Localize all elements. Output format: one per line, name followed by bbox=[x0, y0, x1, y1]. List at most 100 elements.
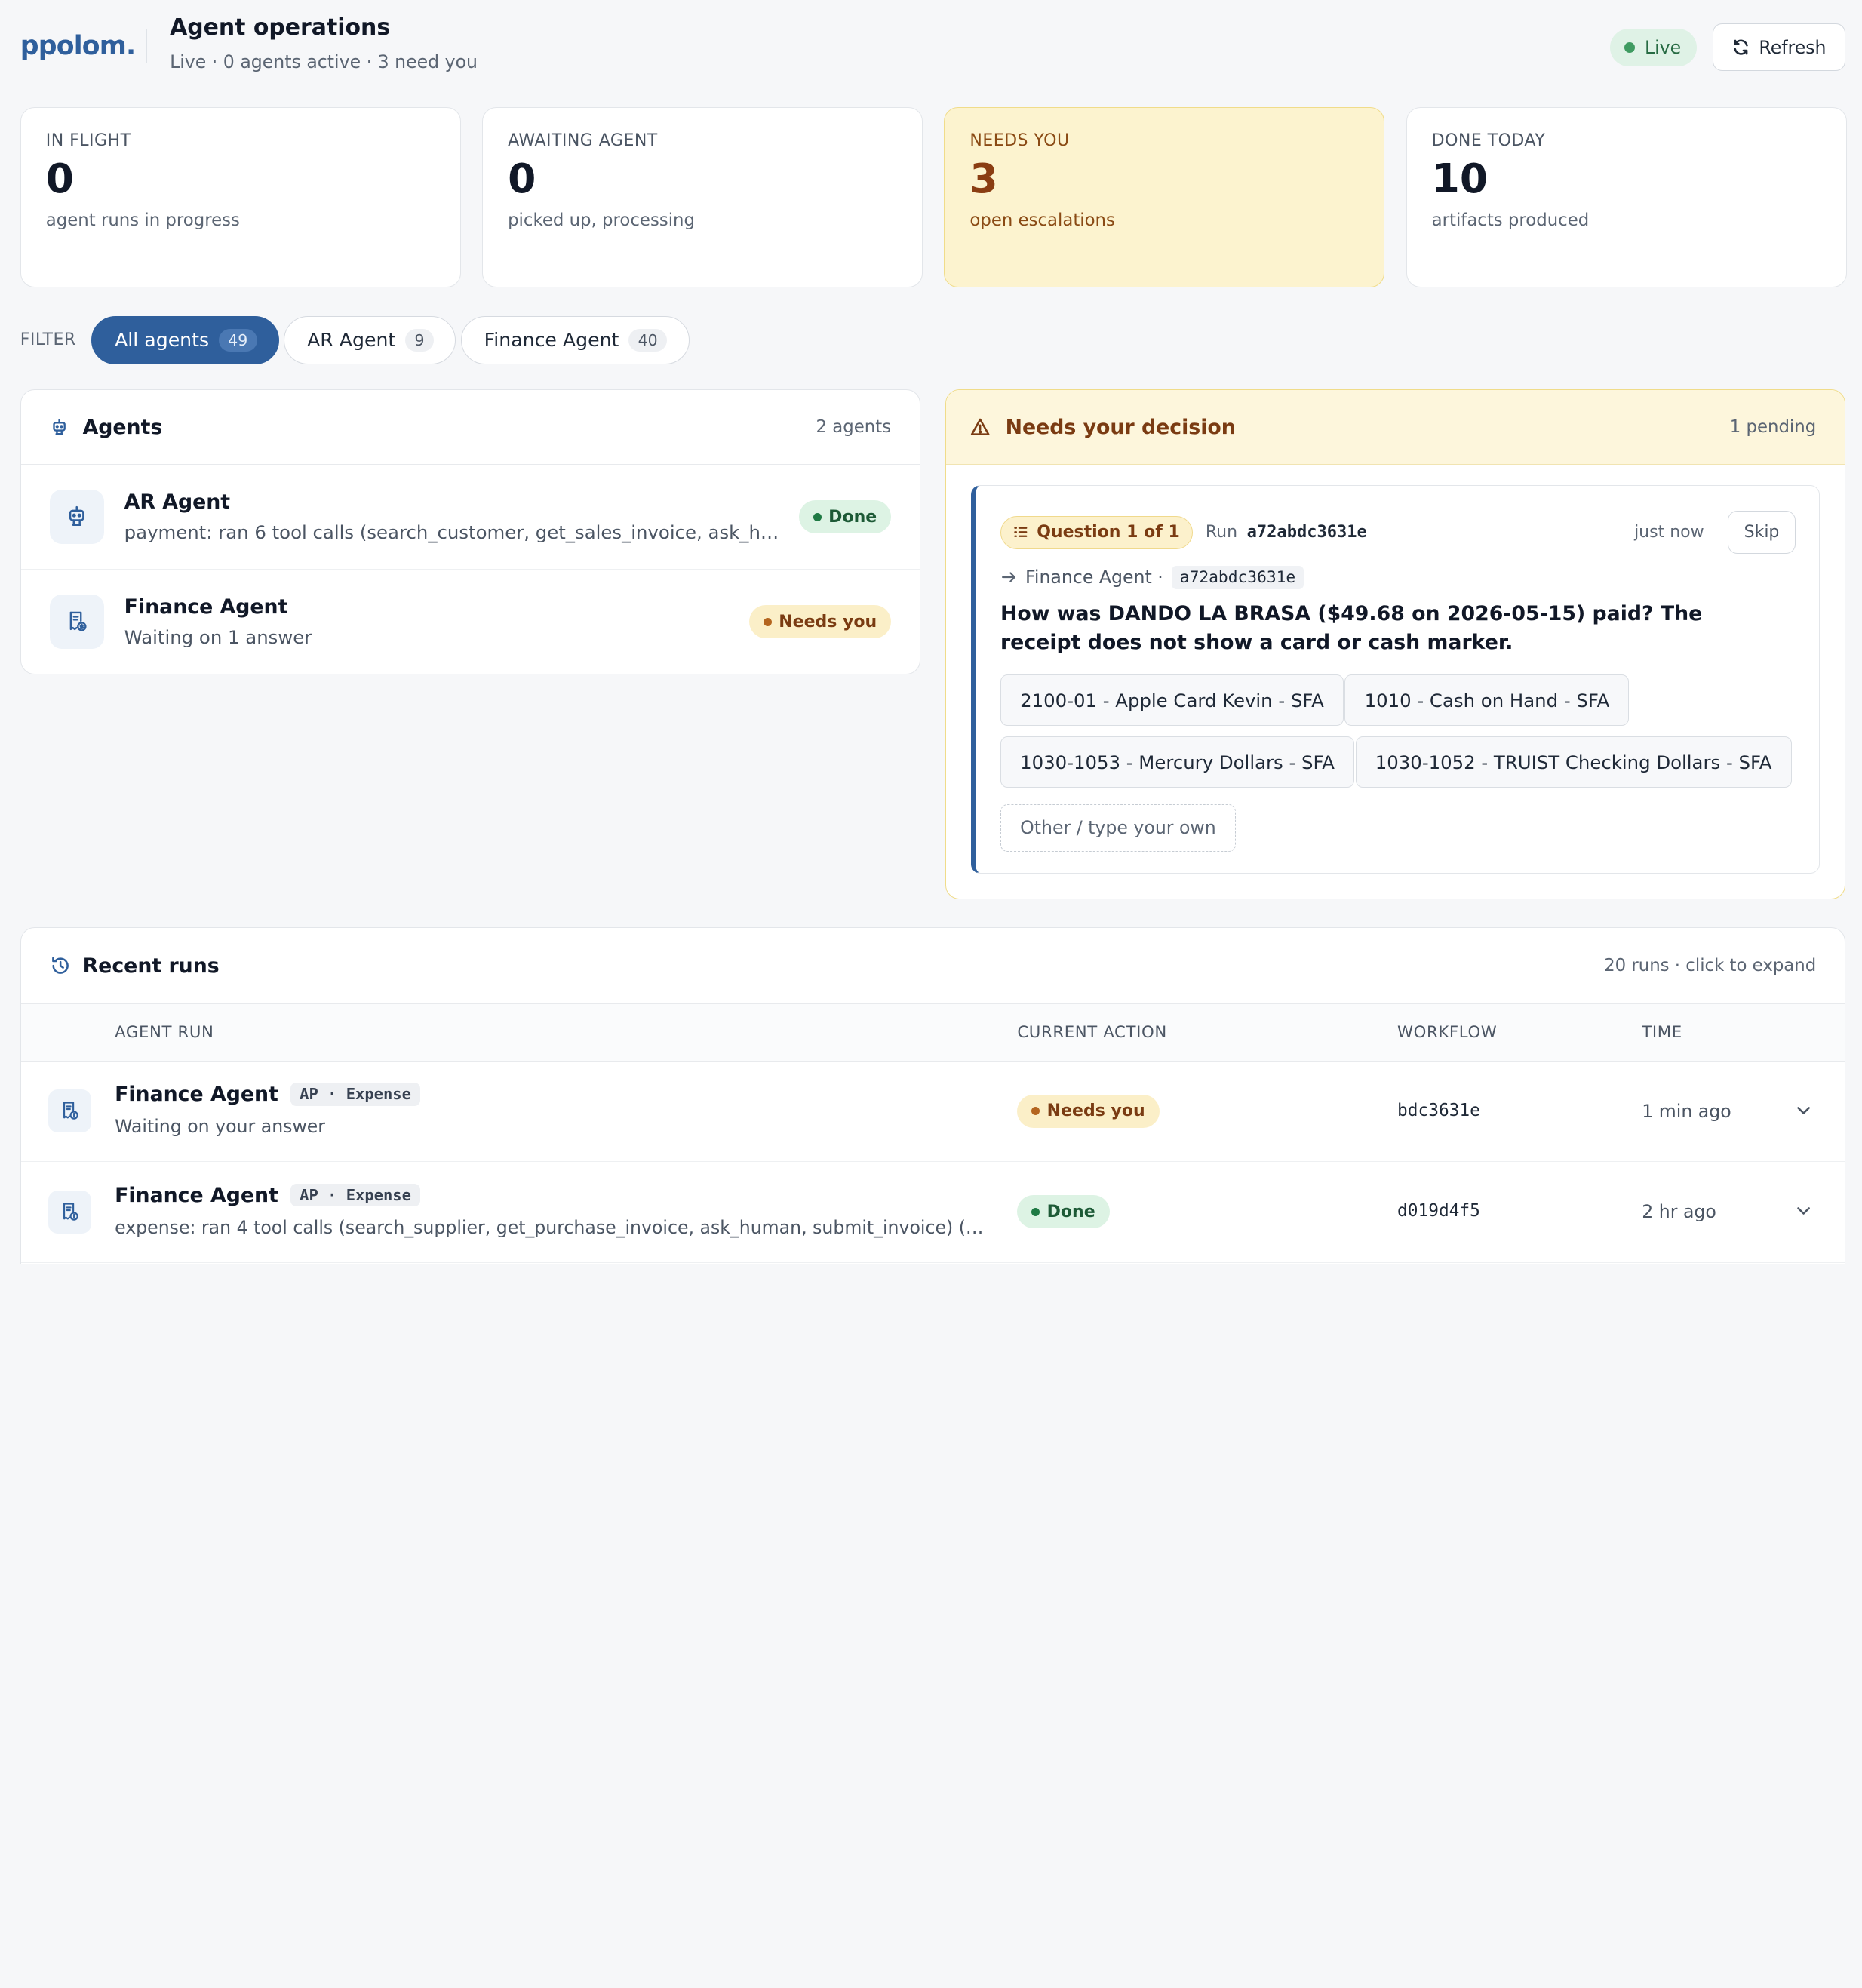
chip-label: AR Agent bbox=[307, 329, 396, 352]
recent-runs-header: Recent runs 20 runs · click to expand bbox=[20, 928, 1845, 1005]
refresh-label: Refresh bbox=[1759, 36, 1827, 58]
chevron-down-icon[interactable] bbox=[1794, 1101, 1813, 1120]
status-dot-icon bbox=[1031, 1207, 1040, 1216]
agent-text: AR Agent payment: ran 6 tool calls (sear… bbox=[124, 490, 784, 542]
table-row[interactable]: Finance Agent AP · Expense Waiting on yo… bbox=[20, 1062, 1845, 1163]
column-time: TIME bbox=[1642, 1023, 1682, 1043]
route-run-id: a72abdc3631e bbox=[1171, 565, 1304, 589]
receipt-icon bbox=[69, 612, 87, 631]
decision-panel-header: Needs your decision 1 pending bbox=[945, 390, 1845, 466]
recent-runs-panel: Recent runs 20 runs · click to expand AG… bbox=[20, 927, 1845, 1264]
agents-panel-title: Agents bbox=[82, 415, 163, 439]
answer-option[interactable]: 1030-1053 - Mercury Dollars - SFA bbox=[1000, 736, 1355, 788]
chip-label: Finance Agent bbox=[484, 329, 619, 352]
run-agent-name: Finance Agent bbox=[115, 1183, 278, 1207]
agent-operations-page: ppolom. Agent operations Live · 0 agents… bbox=[0, 0, 1862, 1264]
stat-description: artifacts produced bbox=[1431, 210, 1590, 231]
stat-value: 0 bbox=[45, 155, 75, 203]
status-badge: Done bbox=[798, 500, 892, 534]
logo[interactable]: ppolom. bbox=[20, 31, 136, 61]
workflow-tag: AP · Expense bbox=[290, 1083, 421, 1106]
page-title: Agent operations bbox=[170, 14, 391, 41]
agent-text: Finance Agent Waiting on 1 answer bbox=[124, 595, 784, 647]
stat-description: picked up, processing bbox=[508, 210, 695, 231]
stat-label: NEEDS YOU bbox=[969, 131, 1070, 151]
stat-description: open escalations bbox=[969, 210, 1115, 231]
stat-description: agent runs in progress bbox=[45, 210, 240, 231]
status-dot-icon bbox=[813, 512, 822, 521]
receipt-icon bbox=[63, 1102, 78, 1120]
column-current-action: CURRENT ACTION bbox=[1017, 1023, 1167, 1043]
question-card: Question 1 of 1 Run a72abdc3631e just no… bbox=[970, 485, 1821, 874]
question-text: How was DANDO LA BRASA ($49.68 on 2026-0… bbox=[1000, 602, 1703, 655]
chip-label: All agents bbox=[115, 329, 210, 352]
filter-chip-finance-agent[interactable]: Finance Agent 40 bbox=[460, 315, 690, 365]
question-counter-label: Question 1 of 1 bbox=[1037, 523, 1180, 542]
run-name-line: Finance Agent AP · Expense bbox=[115, 1082, 421, 1106]
needs-decision-panel: Needs your decision 1 pending Question 1… bbox=[945, 389, 1845, 899]
agent-avatar bbox=[48, 1191, 91, 1234]
status-badge: Done bbox=[1017, 1195, 1110, 1229]
status-dot-icon bbox=[1031, 1107, 1040, 1116]
skip-button[interactable]: Skip bbox=[1728, 511, 1796, 554]
other-answer-input[interactable]: Other / type your own bbox=[1000, 804, 1236, 852]
status-dot-icon bbox=[763, 617, 772, 626]
list-icon bbox=[1013, 527, 1028, 538]
live-label: Live bbox=[1644, 36, 1682, 58]
header-divider bbox=[146, 29, 148, 63]
agent-last-activity: payment: ran 6 tool calls (search_custom… bbox=[124, 521, 784, 543]
run-summary: Waiting on your answer bbox=[115, 1115, 326, 1137]
status-label: Needs you bbox=[1046, 1102, 1145, 1121]
stat-card-in-flight: IN FLIGHT 0 agent runs in progress bbox=[20, 106, 461, 287]
stat-label: IN FLIGHT bbox=[45, 131, 131, 151]
agent-avatar bbox=[49, 594, 104, 650]
answer-option[interactable]: 2100-01 - Apple Card Kevin - SFA bbox=[1000, 674, 1344, 727]
answer-option[interactable]: 1030-1052 - TRUIST Checking Dollars - SF… bbox=[1355, 736, 1792, 788]
chip-count: 9 bbox=[404, 328, 435, 352]
column-workflow: WORKFLOW bbox=[1397, 1023, 1498, 1043]
status-badge: Needs you bbox=[748, 605, 892, 639]
pending-count: 1 pending bbox=[1729, 417, 1817, 438]
run-agent-name: Finance Agent bbox=[115, 1082, 278, 1106]
agent-row-ar-agent[interactable]: AR Agent payment: ran 6 tool calls (sear… bbox=[20, 465, 920, 570]
stat-card-needs-you[interactable]: NEEDS YOU 3 open escalations bbox=[944, 106, 1385, 287]
filter-label: FILTER bbox=[20, 330, 76, 349]
workflow-id: bdc3631e bbox=[1397, 1100, 1480, 1120]
agent-avatar bbox=[49, 489, 104, 545]
status-label: Done bbox=[1046, 1202, 1095, 1221]
agent-avatar bbox=[48, 1089, 91, 1132]
filter-chip-ar-agent[interactable]: AR Agent 9 bbox=[284, 315, 456, 365]
stat-value: 10 bbox=[1431, 155, 1489, 203]
run-label: Run bbox=[1205, 523, 1238, 542]
live-status-badge: Live bbox=[1610, 28, 1697, 67]
table-row[interactable]: Finance Agent AP · Expense expense: ran … bbox=[20, 1162, 1845, 1264]
workflow-id: d019d4f5 bbox=[1397, 1201, 1480, 1221]
recent-runs-meta: 20 runs · click to expand bbox=[1604, 956, 1817, 976]
arrow-right-icon bbox=[1002, 572, 1015, 582]
stat-value: 0 bbox=[508, 155, 536, 203]
run-time: 2 hr ago bbox=[1642, 1201, 1716, 1223]
run-id: a72abdc3631e bbox=[1246, 523, 1367, 542]
agents-panel: Agents 2 agents AR Agent payment: ran 6 … bbox=[20, 389, 920, 675]
refresh-button[interactable]: Refresh bbox=[1712, 23, 1845, 72]
warning-icon bbox=[971, 418, 990, 436]
decision-panel-title: Needs your decision bbox=[1005, 415, 1236, 439]
run-time: 1 min ago bbox=[1642, 1100, 1731, 1122]
recent-runs-title: Recent runs bbox=[82, 954, 220, 978]
agent-row-finance-agent[interactable]: Finance Agent Waiting on 1 answer Needs … bbox=[21, 570, 920, 674]
chip-count: 49 bbox=[218, 328, 257, 352]
history-icon bbox=[51, 957, 69, 974]
page-subtitle: Live · 0 agents active · 3 need you bbox=[170, 51, 478, 72]
run-name-line: Finance Agent AP · Expense bbox=[115, 1183, 421, 1207]
filter-chip-all-agents[interactable]: All agents 49 bbox=[91, 315, 280, 365]
live-dot-icon bbox=[1624, 41, 1636, 54]
header: ppolom. Agent operations Live · 0 agents… bbox=[0, 0, 1862, 95]
stat-label: DONE TODAY bbox=[1431, 131, 1546, 151]
status-badge: Needs you bbox=[1017, 1094, 1160, 1128]
route-agent: Finance Agent · bbox=[1025, 567, 1163, 588]
agent-name: Finance Agent bbox=[124, 595, 288, 619]
question-route: Finance Agent · a72abdc3631e bbox=[1000, 565, 1304, 589]
answer-option[interactable]: 1010 - Cash on Hand - SFA bbox=[1344, 674, 1630, 727]
chevron-down-icon[interactable] bbox=[1794, 1201, 1813, 1220]
question-meta-row: Question 1 of 1 Run a72abdc3631e just no… bbox=[1000, 511, 1796, 554]
